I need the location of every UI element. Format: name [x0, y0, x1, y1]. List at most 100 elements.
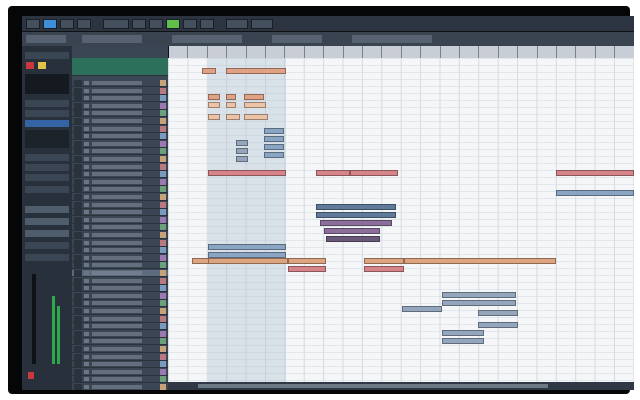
audio-event[interactable]	[244, 102, 266, 108]
track-header[interactable]	[72, 232, 168, 239]
audio-event[interactable]	[264, 144, 284, 150]
mute-solo-buttons[interactable]	[84, 263, 89, 268]
mute-solo-buttons[interactable]	[84, 187, 89, 192]
mute-solo-buttons[interactable]	[84, 339, 89, 344]
mute-solo-buttons[interactable]	[84, 309, 89, 313]
mute-solo-buttons[interactable]	[84, 119, 89, 123]
inspector-channel[interactable]	[25, 174, 69, 181]
quantize-select[interactable]	[103, 18, 129, 29]
info-field[interactable]	[352, 35, 432, 43]
mute-solo-buttons[interactable]	[84, 103, 89, 108]
mute-solo-buttons[interactable]	[84, 324, 89, 329]
track-header[interactable]	[72, 239, 168, 247]
mute-solo-buttons[interactable]	[84, 385, 89, 389]
mute-solo-buttons[interactable]	[84, 271, 89, 275]
inspector-section-header[interactable]	[25, 254, 69, 261]
mute-solo-buttons[interactable]	[84, 347, 89, 351]
info-field[interactable]	[172, 35, 242, 43]
audio-event[interactable]	[226, 114, 240, 120]
mute-solo-buttons[interactable]	[84, 217, 89, 222]
zoom-tool-button[interactable]	[149, 18, 163, 29]
track-header[interactable]	[72, 140, 168, 148]
audio-event[interactable]	[226, 94, 236, 100]
inspector-section-header[interactable]	[25, 206, 69, 213]
split-tool-button[interactable]	[60, 18, 74, 29]
mute-solo-buttons[interactable]	[84, 248, 89, 253]
audio-event[interactable]	[442, 300, 516, 306]
track-header[interactable]	[72, 178, 168, 186]
audio-event[interactable]	[364, 266, 404, 272]
play-tool-button[interactable]	[166, 18, 180, 29]
inspector-section-header[interactable]	[25, 218, 69, 225]
mute-solo-buttons[interactable]	[84, 278, 89, 283]
mute-solo-buttons[interactable]	[84, 354, 89, 359]
audio-event[interactable]	[316, 170, 350, 176]
mute-solo-buttons[interactable]	[84, 88, 89, 93]
track-header[interactable]	[72, 95, 168, 103]
inspector-track-name[interactable]	[25, 52, 69, 59]
audio-event[interactable]	[288, 258, 326, 264]
track-header[interactable]	[72, 285, 168, 293]
monitor-button[interactable]	[38, 62, 46, 69]
mute-solo-buttons[interactable]	[84, 195, 89, 199]
audio-event[interactable]	[556, 170, 634, 176]
track-header[interactable]	[72, 87, 168, 95]
audio-event[interactable]	[402, 306, 442, 312]
audio-event[interactable]	[350, 170, 398, 176]
arrange-area[interactable]	[168, 58, 634, 390]
inspector-section-header[interactable]	[25, 242, 69, 249]
audio-event[interactable]	[208, 258, 288, 264]
track-header[interactable]	[72, 300, 168, 308]
track-header[interactable]	[72, 118, 168, 125]
mute-solo-buttons[interactable]	[84, 126, 89, 131]
mute-solo-buttons[interactable]	[84, 179, 89, 184]
grid-select[interactable]	[251, 18, 273, 29]
track-header[interactable]	[72, 201, 168, 209]
audio-event[interactable]	[556, 190, 634, 196]
audio-event[interactable]	[236, 156, 248, 162]
audio-event[interactable]	[264, 152, 284, 158]
audio-event[interactable]	[208, 170, 286, 176]
audio-event[interactable]	[236, 148, 248, 154]
mute-solo-buttons[interactable]	[84, 331, 89, 336]
track-header-folder[interactable]	[72, 58, 168, 76]
audio-event[interactable]	[478, 310, 518, 316]
mute-tool-button[interactable]	[183, 18, 197, 29]
horizontal-scrollbar[interactable]	[168, 382, 634, 390]
mute-solo-buttons[interactable]	[84, 369, 89, 374]
track-header[interactable]	[72, 277, 168, 285]
inspector-input[interactable]	[25, 110, 69, 117]
track-header[interactable]	[72, 216, 168, 224]
track-header[interactable]	[72, 384, 168, 390]
track-header[interactable]	[72, 346, 168, 353]
mute-solo-buttons[interactable]	[84, 225, 89, 230]
track-header[interactable]	[72, 125, 168, 133]
mute-solo-buttons[interactable]	[84, 210, 89, 215]
track-header[interactable]	[72, 133, 168, 141]
inspector-eq[interactable]	[25, 154, 69, 161]
mute-solo-buttons[interactable]	[84, 301, 89, 306]
inspector-section-header[interactable]	[25, 230, 69, 237]
mute-solo-buttons[interactable]	[84, 134, 89, 139]
audio-event[interactable]	[208, 94, 220, 100]
mute-solo-buttons[interactable]	[84, 293, 89, 298]
track-header[interactable]	[72, 368, 168, 376]
mute-solo-buttons[interactable]	[84, 149, 89, 154]
track-header[interactable]	[72, 148, 168, 156]
mute-solo-buttons[interactable]	[84, 111, 89, 116]
audio-event[interactable]	[364, 258, 404, 264]
inspector-notepad[interactable]	[25, 186, 69, 193]
track-header[interactable]	[72, 254, 168, 262]
mute-solo-buttons[interactable]	[84, 172, 89, 177]
track-header[interactable]	[72, 262, 168, 270]
track-header[interactable]	[72, 308, 168, 315]
mute-solo-buttons[interactable]	[84, 141, 89, 146]
mute-solo-buttons[interactable]	[84, 81, 89, 85]
draw-tool-button[interactable]	[200, 18, 214, 29]
audio-event[interactable]	[226, 68, 286, 74]
audio-event[interactable]	[316, 212, 396, 218]
track-header[interactable]	[72, 80, 168, 87]
track-header[interactable]	[72, 323, 168, 331]
audio-event[interactable]	[264, 136, 284, 142]
audio-event[interactable]	[404, 258, 556, 264]
